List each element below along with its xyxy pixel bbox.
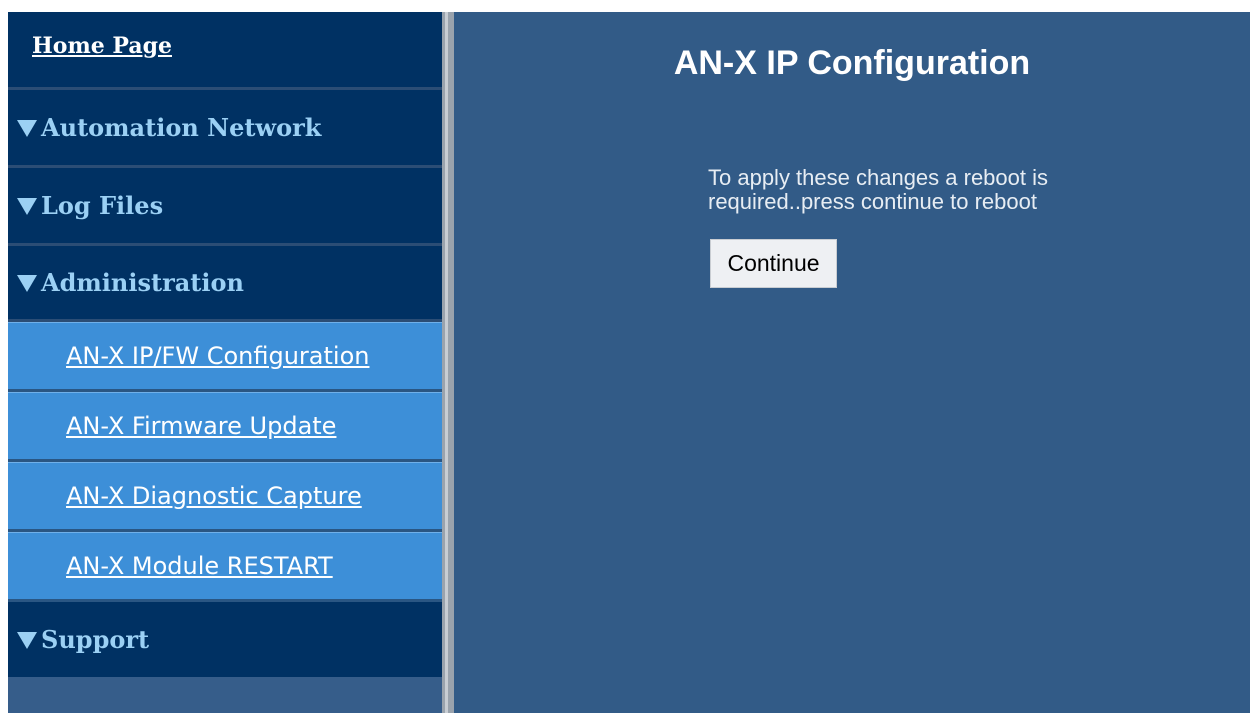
sidebar-item-home: Home Page [8, 12, 442, 90]
sidebar-item-diagnostic-capture: AN-X Diagnostic Capture [8, 462, 442, 532]
sidebar-item-ip-fw-configuration: AN-X IP/FW Configuration [8, 322, 442, 392]
sidebar-section-automation-network[interactable]: Automation Network [8, 90, 442, 168]
sidebar-nav: Home Page Automation Network Log Files A… [8, 12, 442, 713]
sidebar-section-administration[interactable]: Administration [8, 246, 442, 322]
triangle-down-icon [17, 198, 37, 215]
page-frame: Home Page Automation Network Log Files A… [0, 0, 1250, 713]
section-label-log-files: Log Files [41, 191, 164, 220]
triangle-down-icon [17, 632, 37, 649]
diagnostic-capture-link[interactable]: AN-X Diagnostic Capture [8, 482, 362, 510]
main-panel: AN-X IP Configuration To apply these cha… [454, 12, 1250, 713]
page-title: AN-X IP Configuration [673, 44, 1031, 82]
triangle-down-icon [17, 275, 37, 292]
section-label-administration: Administration [41, 268, 244, 297]
reboot-message: To apply these changes a reboot is requi… [708, 165, 1049, 214]
sidebar-item-module-restart: AN-X Module RESTART [8, 532, 442, 602]
sidebar-item-firmware-update: AN-X Firmware Update [8, 392, 442, 462]
module-restart-link[interactable]: AN-X Module RESTART [8, 552, 333, 580]
frame-divider-highlight [445, 12, 448, 713]
frame-divider[interactable] [442, 12, 454, 713]
section-header: Administration [8, 268, 244, 297]
triangle-down-icon [17, 120, 37, 137]
continue-button[interactable]: Continue [710, 239, 837, 288]
home-page-link[interactable]: Home Page [8, 33, 172, 67]
firmware-update-link[interactable]: AN-X Firmware Update [8, 412, 336, 440]
section-label-support: Support [41, 625, 150, 654]
ip-fw-configuration-link[interactable]: AN-X IP/FW Configuration [8, 342, 369, 370]
section-header: Support [8, 625, 149, 654]
section-header: Automation Network [8, 113, 321, 142]
sidebar-section-support[interactable]: Support [8, 602, 442, 677]
sidebar-section-log-files[interactable]: Log Files [8, 168, 442, 246]
section-label-automation-network: Automation Network [41, 113, 322, 142]
section-header: Log Files [8, 191, 163, 220]
